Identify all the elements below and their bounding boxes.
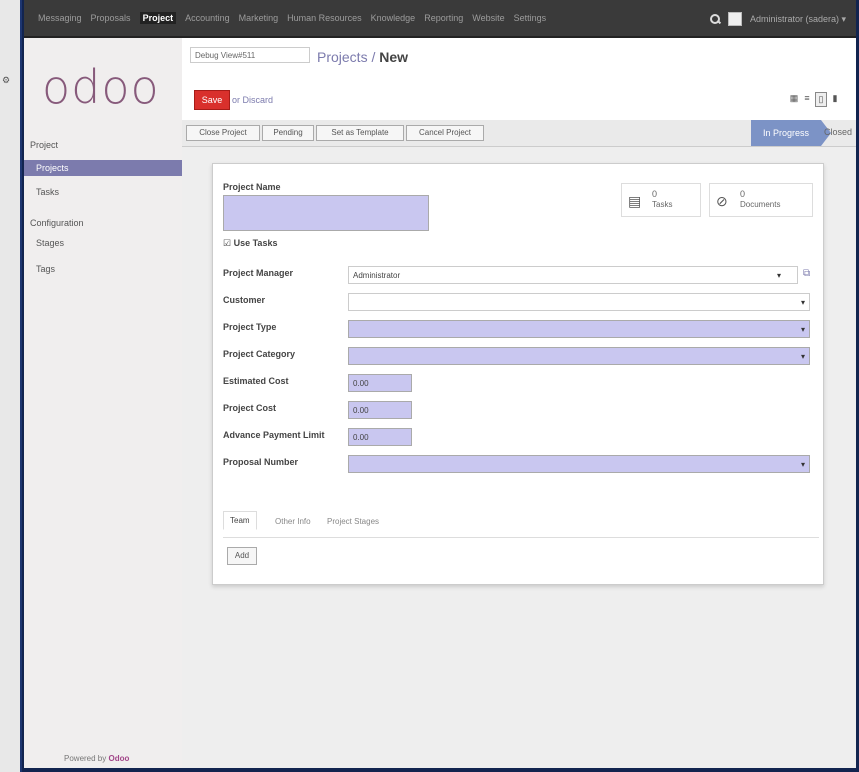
external-link-icon[interactable]: ⧉ <box>803 268 823 279</box>
view-switcher: ▦ ≡ ▯ ▮ <box>789 92 840 107</box>
chevron-down-icon[interactable]: ▾ <box>801 294 805 312</box>
search-icon[interactable] <box>709 14 720 24</box>
project-cost-input[interactable]: 0.00 <box>348 401 412 419</box>
powered-by-text: Powered by <box>64 754 107 763</box>
documents-label: Documents <box>740 200 781 209</box>
topbar-right: Administrator (sadera) ▾ <box>709 12 846 26</box>
tasks-label: Tasks <box>652 200 673 209</box>
proposal-number-label: Proposal Number <box>223 457 299 467</box>
documents-stat-button[interactable]: ⊘ 0 Documents <box>709 183 813 217</box>
project-category-label: Project Category <box>223 349 296 359</box>
status-bar: Close Project Pending Set as Template Ca… <box>182 120 856 147</box>
chevron-down-icon[interactable]: ▾ <box>777 267 781 285</box>
tab-project-stages[interactable]: Project Stages <box>327 517 379 526</box>
pending-button[interactable]: Pending <box>262 125 314 141</box>
menu-marketing[interactable]: Marketing <box>239 13 279 24</box>
control-panel: Debug View#511 Projects / New Save or Di… <box>182 38 856 121</box>
proposal-number-field[interactable]: ▾ <box>348 455 810 473</box>
menu-website[interactable]: Website <box>472 13 504 24</box>
sidebar-section-configuration: Configuration <box>30 218 84 228</box>
tab-other-info[interactable]: Other Info <box>275 517 311 526</box>
user-menu[interactable]: Administrator (sadera) ▾ <box>750 14 846 25</box>
use-tasks-checkbox[interactable]: ☑ Use Tasks <box>223 238 277 249</box>
paperclip-icon: ⊘ <box>716 193 728 209</box>
avatar[interactable] <box>727 12 742 26</box>
use-tasks-label: Use Tasks <box>233 238 278 248</box>
form-view-icon[interactable]: ▯ <box>815 92 827 107</box>
kanban-view-icon[interactable]: ▦ <box>789 92 799 105</box>
list-view-icon[interactable]: ≡ <box>802 92 812 105</box>
save-button[interactable]: Save <box>194 90 230 110</box>
notebook-tabs: Team Other Info Project Stages <box>223 509 819 538</box>
breadcrumb-parent[interactable]: Projects <box>317 49 368 65</box>
menu-reporting[interactable]: Reporting <box>424 13 463 24</box>
chevron-down-icon[interactable]: ▾ <box>801 348 805 366</box>
chevron-down-icon[interactable]: ▾ <box>801 456 805 474</box>
sidebar-item-projects[interactable]: Projects <box>24 160 182 176</box>
checkbox-checked-icon[interactable]: ☑ <box>223 238 231 248</box>
estimated-cost-input[interactable]: 0.00 <box>348 374 412 392</box>
sidebar-section-project: Project <box>30 140 59 150</box>
odoo-app: Messaging Proposals Project Accounting M… <box>24 0 856 768</box>
menu-project[interactable]: Project <box>139 12 177 24</box>
tab-team[interactable]: Team <box>223 511 257 530</box>
stage-closed[interactable]: Closed <box>824 127 852 137</box>
background-icon: ⚙ <box>2 75 11 85</box>
estimated-cost-label: Estimated Cost <box>223 376 289 386</box>
breadcrumb-current: New <box>379 49 409 65</box>
project-category-field[interactable]: ▾ <box>348 347 810 365</box>
advance-payment-limit-input[interactable]: 0.00 <box>348 428 412 446</box>
form-area: Project Name ▤ 0 Tasks ⊘ 0 Documents ☑ U… <box>182 147 856 768</box>
breadcrumb: Projects / New <box>317 49 408 65</box>
top-navbar: Messaging Proposals Project Accounting M… <box>24 0 856 38</box>
set-as-template-button[interactable]: Set as Template <box>316 125 404 141</box>
menu-accounting[interactable]: Accounting <box>185 13 230 24</box>
window-frame: ⚙ Messaging Proposals Project Accounting… <box>0 0 859 772</box>
project-manager-value: Administrator <box>353 271 401 280</box>
menu-messaging[interactable]: Messaging <box>38 13 82 24</box>
odoo-logo[interactable]: odoo <box>42 60 160 114</box>
sidebar-item-stages[interactable]: Stages <box>24 235 182 251</box>
add-button[interactable]: Add <box>227 547 257 565</box>
project-name-label: Project Name <box>223 182 281 192</box>
project-name-input[interactable] <box>223 195 429 231</box>
stage-in-progress[interactable]: In Progress <box>751 120 831 146</box>
powered-by: Powered by Odoo <box>64 754 129 763</box>
tasks-stat-button[interactable]: ▤ 0 Tasks <box>621 183 701 217</box>
project-manager-label: Project Manager <box>223 268 294 278</box>
calendar-view-icon[interactable]: ▮ <box>830 92 840 105</box>
project-manager-field[interactable]: Administrator ▾ <box>348 266 798 284</box>
menu-human-resources[interactable]: Human Resources <box>287 13 362 24</box>
tasks-icon: ▤ <box>628 193 642 209</box>
project-type-label: Project Type <box>223 322 277 332</box>
powered-by-brand[interactable]: Odoo <box>108 754 129 763</box>
sidebar: odoo Project Projects Tasks Configuratio… <box>24 38 183 768</box>
menu-proposals[interactable]: Proposals <box>91 13 131 24</box>
tasks-count: 0 <box>652 189 658 199</box>
chevron-down-icon[interactable]: ▾ <box>801 321 805 339</box>
close-project-button[interactable]: Close Project <box>186 125 260 141</box>
form-sheet: Project Name ▤ 0 Tasks ⊘ 0 Documents ☑ U… <box>212 163 824 585</box>
background-window-strip: ⚙ <box>0 0 22 772</box>
sidebar-item-tasks[interactable]: Tasks <box>24 184 182 200</box>
documents-count: 0 <box>740 189 746 199</box>
sidebar-item-tags[interactable]: Tags <box>24 261 182 277</box>
discard-link[interactable]: or Discard <box>232 95 273 105</box>
breadcrumb-separator: / <box>367 49 380 65</box>
project-type-field[interactable]: ▾ <box>348 320 810 338</box>
advance-payment-limit-label: Advance Payment Limit <box>223 430 325 440</box>
customer-field[interactable]: ▾ <box>348 293 810 311</box>
cancel-project-button[interactable]: Cancel Project <box>406 125 484 141</box>
menu-knowledge[interactable]: Knowledge <box>371 13 416 24</box>
project-cost-label: Project Cost <box>223 403 277 413</box>
main-menu: Messaging Proposals Project Accounting M… <box>38 12 547 24</box>
debug-select[interactable]: Debug View#511 <box>190 47 310 63</box>
customer-label: Customer <box>223 295 266 305</box>
menu-settings[interactable]: Settings <box>514 13 547 24</box>
